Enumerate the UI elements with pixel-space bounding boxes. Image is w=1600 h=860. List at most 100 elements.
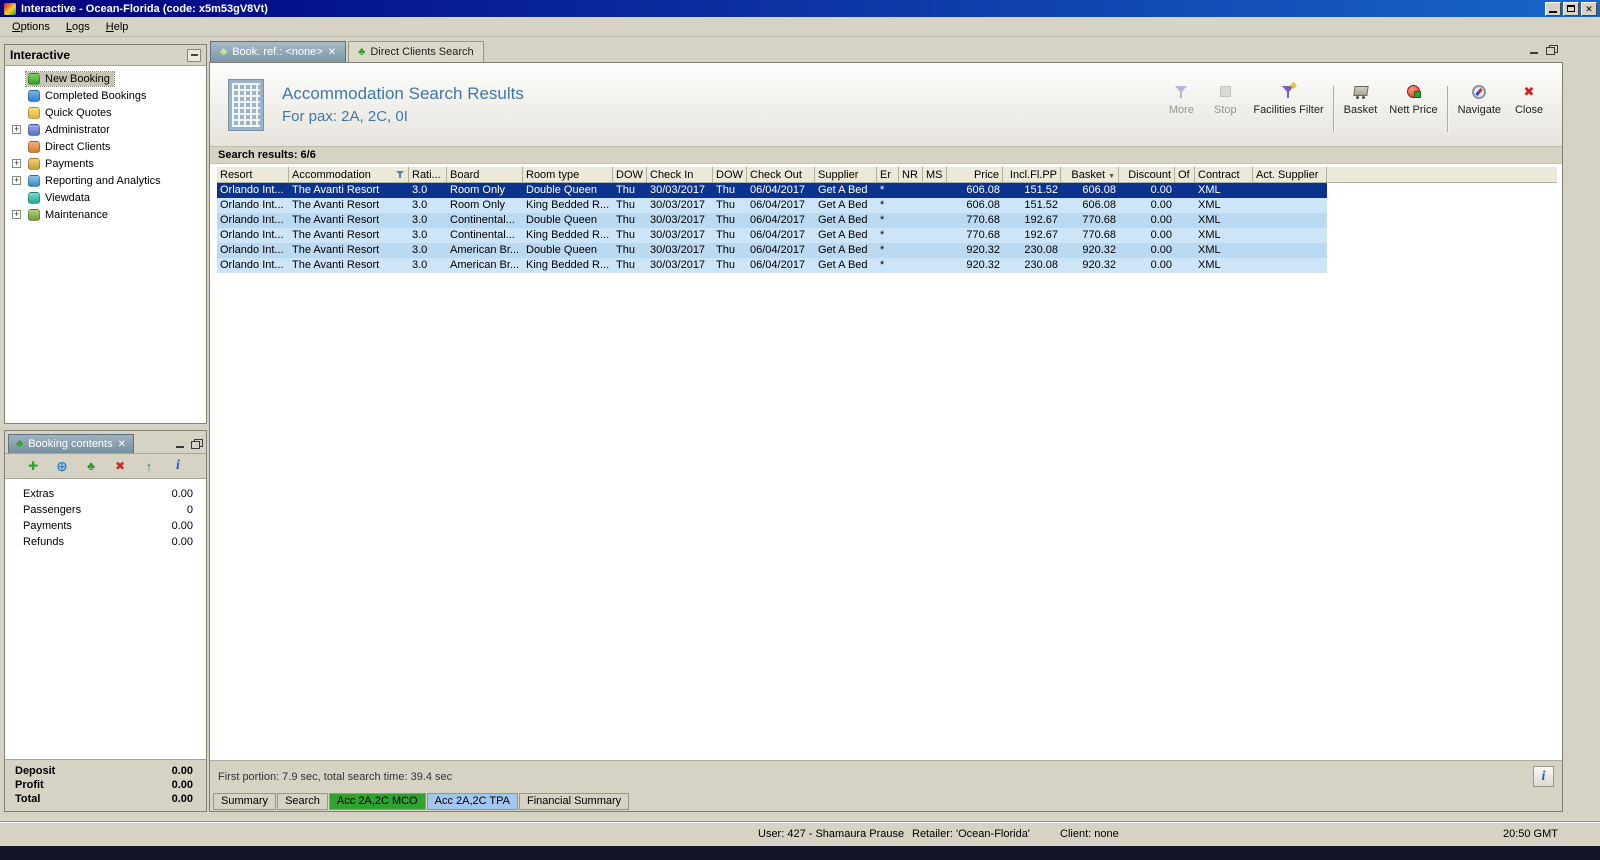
sidebar-item-quick-quotes[interactable]: +Quick Quotes	[5, 104, 206, 121]
column-header-price[interactable]: Price	[947, 166, 1003, 183]
column-header-board[interactable]: Board	[447, 166, 523, 183]
basket-button[interactable]: Basket	[1342, 78, 1380, 118]
info-icon[interactable]	[170, 458, 186, 474]
cell-price: 606.08	[966, 199, 1000, 211]
column-header-supplier[interactable]: Supplier	[815, 166, 877, 183]
bottom-tab-search[interactable]: Search	[277, 793, 328, 810]
result-row[interactable]: Orlando Int... The Avanti Resort 3.0 Americ…	[217, 243, 1327, 258]
column-header-er[interactable]: Er	[877, 166, 899, 183]
results-summary: Search results: 6/6	[218, 149, 316, 161]
facilities-filter-button[interactable]: Facilities Filter	[1251, 78, 1325, 118]
column-header-room-type[interactable]: Room type	[523, 166, 613, 183]
sidebar-item-administrator[interactable]: + Administrator	[5, 121, 206, 138]
minimize-button[interactable]	[1545, 1, 1561, 16]
world-icon[interactable]	[54, 458, 70, 474]
column-header-rati[interactable]: Rati...	[409, 166, 447, 183]
bottom-tab-acc-2a-2c-tpa[interactable]: Acc 2A,2C TPA	[426, 793, 519, 810]
bottom-tabstrip: Summary Search Acc 2A,2C MCO Acc 2A,2C TPA F…	[210, 792, 1562, 811]
sidebar-tree: +New Booking+Completed Bookings+Quick Qu…	[5, 66, 206, 223]
cell-check-out: 06/04/2017	[750, 229, 806, 241]
tab-close-icon[interactable]	[328, 46, 336, 58]
expand-icon[interactable]: +	[12, 176, 21, 185]
sidebar-item-new-booking[interactable]: +New Booking	[5, 70, 206, 87]
sort-icon[interactable]	[1108, 169, 1115, 181]
close-button[interactable]: Close	[1511, 78, 1547, 118]
sidebar-item-reporting-and-analytics[interactable]: + Reporting and Analytics	[5, 172, 206, 189]
result-row[interactable]: Orlando Int... The Avanti Resort 3.0 Contin…	[217, 213, 1327, 228]
bottom-tab-summary[interactable]: Summary	[213, 793, 277, 810]
tab-direct-clients-search[interactable]: Direct Clients Search	[348, 41, 484, 62]
sidebar-item-direct-clients[interactable]: +Direct Clients	[5, 138, 206, 155]
workspace-tabs: Book. ref.: <none> Direct Clients Search	[210, 41, 484, 62]
sidebar-item-payments[interactable]: + Payments	[5, 155, 206, 172]
cell-nr	[899, 213, 923, 228]
results-toolbar: More Stop Facilities Filter Basket Nett Pric…	[1156, 78, 1554, 132]
column-header-label: Act. Supplier	[1256, 168, 1319, 181]
sidebar-item-completed-bookings[interactable]: +Completed Bookings	[5, 87, 206, 104]
tab-label: Book. ref.: <none>	[232, 46, 323, 58]
mdi-restore-icon[interactable]	[1546, 45, 1558, 55]
column-header-basket[interactable]: Basket	[1061, 166, 1119, 183]
column-header-dow[interactable]: DOW	[613, 166, 647, 183]
cell-board: Room Only	[450, 199, 506, 211]
close-button[interactable]	[1581, 1, 1597, 16]
result-row[interactable]: Orlando Int... The Avanti Resort 3.0 Room O…	[217, 198, 1327, 213]
result-row[interactable]: Orlando Int... The Avanti Resort 3.0 Americ…	[217, 258, 1327, 273]
maximize-button[interactable]	[1563, 1, 1579, 16]
info-button[interactable]: i	[1533, 766, 1554, 787]
import-icon[interactable]	[141, 458, 157, 474]
panel-collapse-button[interactable]	[187, 48, 201, 62]
column-header-check-in[interactable]: Check In	[647, 166, 713, 183]
navigate-button[interactable]: Navigate	[1456, 78, 1503, 118]
menu-logs[interactable]: Logs	[58, 19, 98, 35]
sidebar-item-label: Maintenance	[45, 208, 108, 221]
tab-close-icon[interactable]	[118, 438, 126, 450]
sidebar-item-viewdata[interactable]: +Viewdata	[5, 189, 206, 206]
result-row[interactable]: Orlando Int... The Avanti Resort 3.0 Contin…	[217, 228, 1327, 243]
expand-icon[interactable]: +	[12, 210, 21, 219]
cell-nr	[899, 243, 923, 258]
close-icon	[1585, 3, 1593, 15]
bottom-tab-acc-2a-2c-mco[interactable]: Acc 2A,2C MCO	[328, 793, 426, 810]
booking-contents-title: Booking contents	[28, 438, 113, 450]
menu-options[interactable]: Options	[4, 19, 58, 35]
expand-icon[interactable]: +	[12, 159, 21, 168]
booking-contents-tab[interactable]: Booking contents	[8, 434, 134, 453]
column-header-label: Price	[973, 168, 999, 181]
column-header-label: Contract	[1198, 168, 1240, 181]
results-header-row: Resort Accommodation Rati... Board Room type…	[217, 166, 1557, 183]
column-header-contract[interactable]: Contract	[1195, 166, 1253, 183]
menu-help[interactable]: Help	[98, 19, 137, 35]
column-header-resort[interactable]: Resort	[217, 166, 289, 183]
tab-book-ref-none[interactable]: Book. ref.: <none>	[210, 41, 347, 62]
cell-check-in: 30/03/2017	[650, 244, 706, 256]
column-header-nr[interactable]: NR	[899, 166, 923, 183]
delete-icon[interactable]	[112, 458, 128, 474]
panel-restore-icon[interactable]	[191, 439, 203, 449]
cell-dow: Thu	[616, 199, 635, 211]
result-row[interactable]: Orlando Int... The Avanti Resort 3.0 Room O…	[217, 183, 1327, 198]
column-header-incl-fl-pp[interactable]: Incl.Fl.PP	[1003, 166, 1061, 183]
bottom-tab-financial-summary[interactable]: Financial Summary	[519, 793, 630, 810]
column-header-dow[interactable]: DOW	[713, 166, 747, 183]
export-icon[interactable]	[83, 458, 99, 474]
column-header-of[interactable]: Of	[1175, 166, 1195, 183]
add-icon[interactable]	[25, 458, 41, 474]
booking-summary-label: Passengers	[23, 504, 82, 516]
nett-price-button[interactable]: Nett Price	[1387, 78, 1439, 118]
sidebar-item-label: Quick Quotes	[45, 106, 112, 119]
close-icon	[1524, 84, 1535, 100]
nett-price-icon	[1406, 84, 1421, 100]
column-header-act-supplier[interactable]: Act. Supplier	[1253, 166, 1327, 183]
column-header-discount[interactable]: Discount	[1119, 166, 1175, 183]
sidebar-item-maintenance[interactable]: + Maintenance	[5, 206, 206, 223]
expand-icon[interactable]: +	[12, 125, 21, 134]
filter-icon[interactable]	[396, 170, 405, 179]
panel-minimize-icon[interactable]	[176, 440, 185, 449]
column-header-ms[interactable]: MS	[923, 166, 947, 183]
mdi-minimize-icon[interactable]	[1530, 46, 1539, 55]
column-header-label: DOW	[716, 168, 743, 181]
column-header-check-out[interactable]: Check Out	[747, 166, 815, 183]
column-header-accommodation[interactable]: Accommodation	[289, 166, 409, 183]
column-header-label: Rati...	[412, 168, 441, 181]
